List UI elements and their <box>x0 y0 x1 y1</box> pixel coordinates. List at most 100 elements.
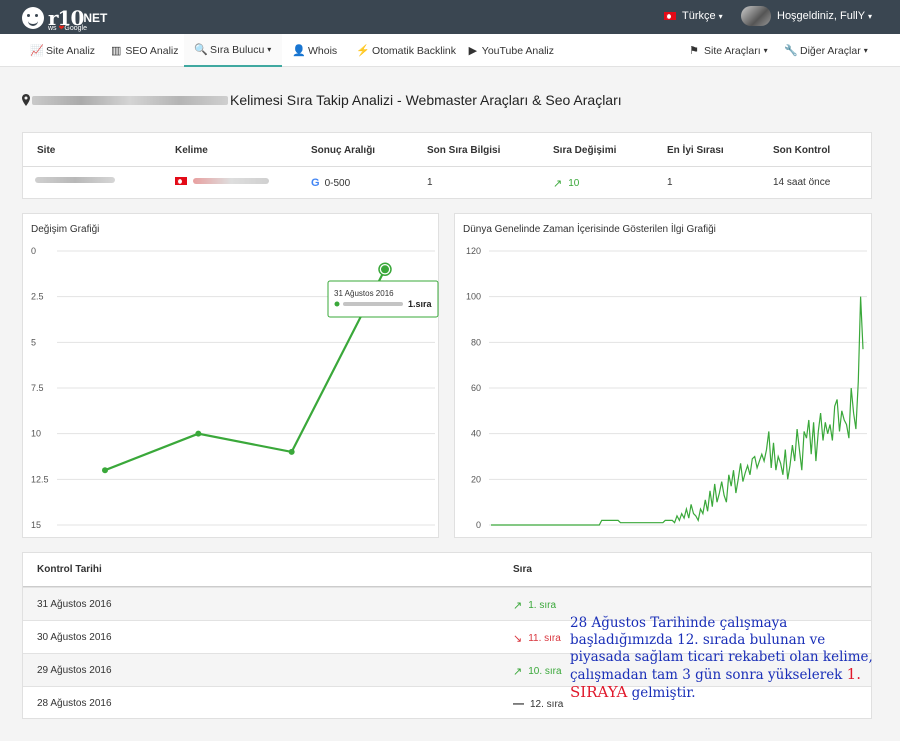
y-tick-label: 12.5 <box>31 474 49 484</box>
rank-change-chart-panel: Değişim Grafiği 0 2.5 5 7.5 10 12.5 15 31 Ağust… <box>22 213 439 538</box>
rank-text: 12. sıra <box>530 698 564 710</box>
nav-site-araclari[interactable]: ⚑ Site Araçları ▾ <box>688 34 768 67</box>
bar-chart-icon: ▥ <box>111 45 122 57</box>
result-range-text: 0-500 <box>324 177 351 189</box>
rank-change-chart[interactable]: 0 2.5 5 7.5 10 12.5 15 31 Ağustos 2016 1.sıra <box>23 214 440 539</box>
nav-diger-araclar[interactable]: 🔧 Diğer Araçlar ▾ <box>784 34 868 67</box>
last-rank: 1 <box>427 177 433 188</box>
rank-change: ↗ 10 <box>553 177 579 190</box>
chart-line-icon: 📈 <box>30 45 44 57</box>
logo-suffix: NET <box>83 11 108 25</box>
summary-table: Site Kelime Sonuç Aralığı Son Sıra Bilgi… <box>22 132 872 199</box>
history-header: Kontrol Tarihi Sıra <box>23 553 871 587</box>
header-site: Site <box>37 145 56 156</box>
page-title-text: Kelimesi Sıra Takip Analizi - Webmaster … <box>230 92 622 108</box>
nav-label: Whois <box>308 44 338 57</box>
y-tick-label: 2.5 <box>31 292 44 302</box>
trend-flat-icon: — <box>513 698 524 710</box>
rank-text: 10. sıra <box>528 666 562 677</box>
chevron-down-icon: ▾ <box>763 46 768 55</box>
rank-text: 11. sıra <box>528 633 561 644</box>
y-tick-label: 40 <box>471 429 481 439</box>
greeting: Hoşgeldiniz, FullY <box>777 10 866 22</box>
keyword-value <box>175 177 269 185</box>
row-date: 28 Ağustos 2016 <box>37 698 112 709</box>
wrench-icon: 🔧 <box>784 45 798 57</box>
turkey-flag-icon <box>175 177 187 185</box>
language-label: Türkçe <box>682 10 716 22</box>
row-rank: ↗ 10. sıra <box>513 665 562 678</box>
nav-label: Site Araçları <box>704 44 761 57</box>
site-value <box>35 177 115 183</box>
header-kontrol-tarihi: Kontrol Tarihi <box>37 564 102 575</box>
youtube-icon: ▶ <box>468 45 478 57</box>
header-sira: Sıra <box>513 564 532 575</box>
y-tick-label: 0 <box>31 246 36 256</box>
chevron-down-icon: ▾ <box>718 11 723 21</box>
redacted-keyword <box>193 178 269 184</box>
tooltip-redacted-keyword <box>343 302 403 306</box>
trend-up-icon: ↗ <box>513 600 523 612</box>
user-icon: 👤 <box>292 45 306 57</box>
top-bar: r10NET ws ❤Google Türkçe ▾ Hoşgeldiniz, … <box>0 0 900 34</box>
header-en-iyi-sirasi: En İyi Sırası <box>667 145 724 156</box>
row-date: 30 Ağustos 2016 <box>37 632 112 643</box>
annotation-text: 28 Ağustos Tarihinde çalışmaya başladığı… <box>570 615 880 702</box>
header-son-sira-bilgisi: Son Sıra Bilgisi <box>427 145 501 156</box>
nav-label: YouTube Analiz <box>481 44 554 57</box>
divider <box>23 166 871 167</box>
trend-down-icon: ↘ <box>513 633 523 645</box>
nav-seo-analiz[interactable]: ▥ SEO Analiz <box>111 34 179 67</box>
row-date: 29 Ağustos 2016 <box>37 665 112 676</box>
y-tick-label: 80 <box>471 337 481 347</box>
nav-label: Otomatik Backlink <box>372 44 457 57</box>
y-tick-label: 100 <box>466 292 481 302</box>
nav-youtube-analiz[interactable]: ▶ YouTube Analiz <box>468 34 554 67</box>
trend-up-icon: ↗ <box>513 666 523 678</box>
nav-whois[interactable]: 👤 Whois <box>292 34 342 67</box>
main-nav: 📈 Site Analiz ▥ SEO Analiz 🔍 Sıra Bulucu ▾ 👤… <box>0 34 900 67</box>
tooltip-date: 31 Ağustos 2016 <box>334 289 394 298</box>
nav-label: SEO Analiz <box>125 44 179 57</box>
search-icon: 🔍 <box>194 44 208 56</box>
y-tick-label: 10 <box>31 429 41 439</box>
logo-sub-right: Google <box>64 25 87 32</box>
data-point <box>381 265 389 274</box>
interest-chart[interactable]: 0 20 40 60 80 100 120 <box>455 214 873 539</box>
nav-otomatik-backlink[interactable]: ⚡ Otomatik Backlink <box>356 34 456 67</box>
best-rank: 1 <box>667 177 673 188</box>
rank-change-text: 10 <box>568 178 580 189</box>
row-rank: ↘ 11. sıra <box>513 632 561 645</box>
last-check: 14 saat önce <box>773 177 831 188</box>
chart-tooltip: 31 Ağustos 2016 1.sıra <box>327 280 439 318</box>
nav-label: Sıra Bulucu <box>210 43 265 56</box>
data-point <box>102 467 108 474</box>
row-rank: ↗ 1. sıra <box>513 599 556 612</box>
nav-sira-bulucu[interactable]: 🔍 Sıra Bulucu ▾ <box>184 34 282 67</box>
y-tick-label: 120 <box>466 246 481 256</box>
chevron-down-icon: ▾ <box>863 46 868 55</box>
tooltip-rank: 1.sıra <box>408 299 433 309</box>
language-selector[interactable]: Türkçe ▾ <box>664 10 723 22</box>
header-son-kontrol: Son Kontrol <box>773 145 831 156</box>
header-kelime: Kelime <box>175 145 208 156</box>
y-tick-label: 20 <box>471 474 481 484</box>
y-tick-label: 7.5 <box>31 383 44 393</box>
site-logo[interactable]: r10NET ws ❤Google <box>22 4 107 32</box>
map-marker-icon <box>22 94 30 106</box>
data-point <box>288 448 295 455</box>
nav-site-analiz[interactable]: 📈 Site Analiz <box>30 34 96 67</box>
result-range: G 0-500 <box>311 177 350 189</box>
chevron-down-icon: ▾ <box>868 11 873 21</box>
y-tick-label: 60 <box>471 383 481 393</box>
bolt-icon: ⚡ <box>356 45 370 57</box>
user-menu[interactable]: Hoşgeldiniz, FullY ▾ <box>741 6 872 26</box>
redacted-site <box>35 177 115 183</box>
rank-text: 1. sıra <box>528 600 557 611</box>
header-sonuc-araligi: Sonuç Aralığı <box>311 145 376 156</box>
logo-sub-left: ws <box>48 25 57 32</box>
row-rank: — 12. sıra <box>513 698 563 710</box>
smiley-logo-icon <box>22 7 44 29</box>
y-tick-label: 15 <box>31 520 41 530</box>
nav-label: Site Analiz <box>46 44 96 57</box>
